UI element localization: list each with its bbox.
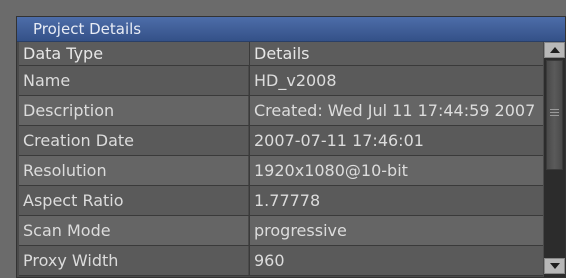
scroll-up-button[interactable] (544, 42, 565, 58)
vertical-scrollbar[interactable] (544, 42, 565, 277)
row-label: Proxy Width (19, 246, 248, 275)
details-table: Data Type Details Name HD_v2008 Descript… (19, 42, 543, 277)
column-header-details[interactable]: Details (249, 42, 543, 66)
table-row[interactable]: Description Created: Wed Jul 11 17:44:59… (19, 96, 543, 126)
arrow-up-icon (550, 47, 560, 53)
row-label: Aspect Ratio (19, 186, 248, 215)
row-label: Scan Mode (19, 216, 248, 245)
row-label: Creation Date (19, 126, 248, 155)
arrow-down-icon (550, 263, 560, 269)
row-value: 1.77778 (249, 186, 543, 215)
scroll-thumb[interactable] (546, 60, 563, 170)
row-value: progressive (249, 216, 543, 245)
row-label: Description (19, 96, 248, 125)
table-row[interactable]: Resolution 1920x1080@10-bit (19, 156, 543, 186)
table-row[interactable]: Name HD_v2008 (19, 66, 543, 96)
table-row[interactable]: Scan Mode progressive (19, 216, 543, 246)
row-value: 960 (249, 246, 543, 275)
column-header-data-type[interactable]: Data Type (19, 42, 248, 66)
row-label: Name (19, 66, 248, 95)
row-value: HD_v2008 (249, 66, 543, 95)
row-label: Resolution (19, 156, 248, 185)
scroll-down-button[interactable] (544, 258, 565, 274)
row-value: 1920x1080@10-bit (249, 156, 543, 185)
grip-line (550, 109, 559, 110)
grip-line (550, 112, 559, 113)
row-value: 2007-07-11 17:46:01 (249, 126, 543, 155)
panel-titlebar: Project Details (17, 17, 565, 42)
table-row[interactable]: Aspect Ratio 1.77778 (19, 186, 543, 216)
row-value: Created: Wed Jul 11 17:44:59 2007 (249, 96, 543, 125)
table-row[interactable]: Proxy Width 960 (19, 246, 543, 276)
table-header: Data Type Details (19, 42, 543, 66)
panel-title: Project Details (33, 20, 142, 38)
grip-line (550, 115, 559, 116)
table-row[interactable]: Creation Date 2007-07-11 17:46:01 (19, 126, 543, 156)
project-details-panel: Project Details Data Type Details Name H… (16, 16, 566, 278)
